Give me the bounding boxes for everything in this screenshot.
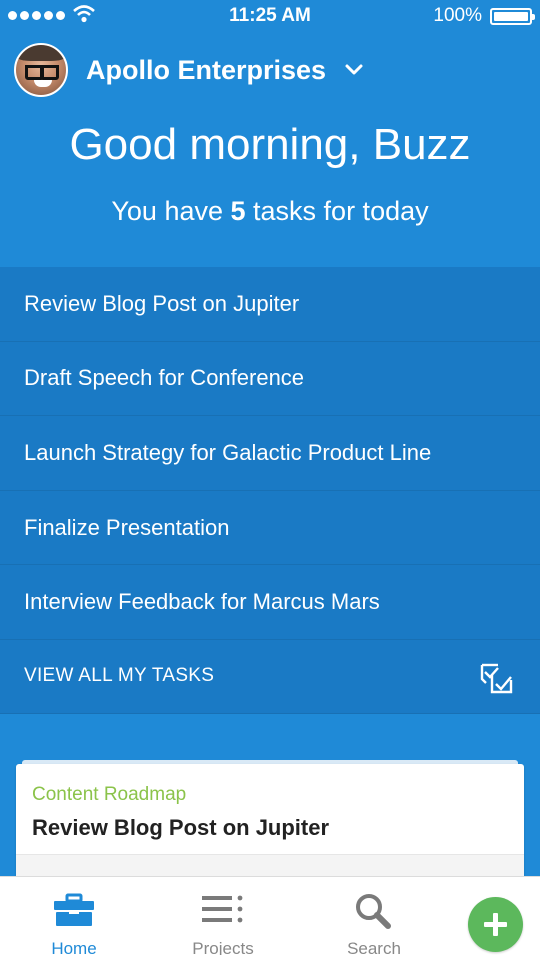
task-item[interactable]: Interview Feedback for Marcus Mars [0,565,540,640]
card-task-title[interactable]: Review Blog Post on Jupiter [32,815,329,841]
tab-home[interactable]: Home [14,877,134,955]
task-card[interactable]: Content Roadmap Review Blog Post on Jupi… [16,764,524,885]
briefcase-icon [54,893,94,926]
list-icon [202,895,243,923]
checklist-icon [480,663,513,694]
home-screen: 11:25 AM 100% Apollo Enterprises Good mo… [0,0,540,955]
summary-suffix: tasks for today [245,196,429,226]
status-bar: 11:25 AM 100% [0,0,540,32]
battery-percent: 100% [433,5,482,26]
task-count: 5 [230,196,246,226]
task-item[interactable]: Finalize Presentation [0,491,540,566]
view-all-tasks-button[interactable]: VIEW ALL MY TASKS [0,640,540,714]
summary-prefix: You have [111,196,231,226]
task-item[interactable]: Draft Speech for Conference [0,342,540,417]
chevron-down-icon[interactable] [344,63,364,77]
search-icon [356,894,391,929]
tab-bar: Home Projects Search [0,876,540,955]
tab-projects-label: Projects [192,939,254,955]
task-summary: You have 5 tasks for today [0,196,540,227]
task-item[interactable]: Review Blog Post on Jupiter [0,267,540,342]
task-item[interactable]: Launch Strategy for Galactic Product Lin… [0,416,540,491]
tab-search[interactable]: Search [314,877,434,955]
plus-icon[interactable] [468,897,523,952]
avatar[interactable] [14,43,68,97]
tab-projects[interactable]: Projects [163,877,283,955]
view-all-label: VIEW ALL MY TASKS [24,665,215,687]
battery-icon [490,8,535,25]
account-switcher[interactable]: Apollo Enterprises [14,42,364,98]
card-project-name[interactable]: Content Roadmap [32,784,186,806]
tab-search-label: Search [347,939,401,955]
account-name[interactable]: Apollo Enterprises [86,55,326,86]
greeting-title: Good morning, Buzz [69,120,471,169]
task-list: Review Blog Post on Jupiter Draft Speech… [0,267,540,714]
tab-home-label: Home [51,939,97,955]
